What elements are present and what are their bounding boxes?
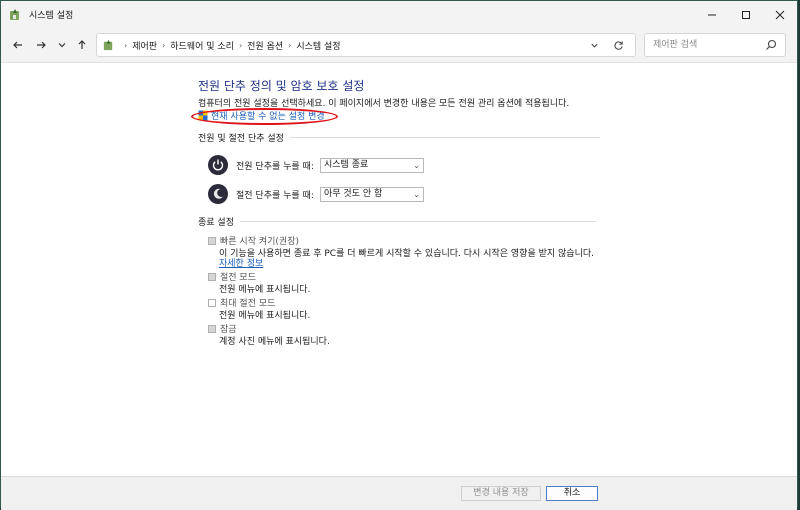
lock-checkbox[interactable] <box>208 324 216 333</box>
highlight-circle <box>191 108 338 125</box>
section-divider <box>239 221 596 222</box>
footer-bar: 변경 내용 저장 취소 <box>1 476 797 510</box>
breadcrumb-item-hardware-sound[interactable]: 하드웨어 및 소리 <box>170 39 234 52</box>
address-history-dropdown[interactable] <box>587 38 601 52</box>
close-button[interactable] <box>763 1 797 28</box>
section-divider <box>289 137 600 138</box>
lock-description: 계정 사진 메뉴에 표시됩니다. <box>219 337 330 347</box>
page-description: 컴퓨터의 전원 설정을 선택하세요. 이 페이지에서 변경한 내용은 모든 전원… <box>198 99 570 109</box>
power-button-action-select[interactable]: 시스템 종료 ⌄ <box>320 157 424 173</box>
moon-icon <box>208 184 228 204</box>
power-options-app-icon <box>7 7 23 23</box>
content-area: 전원 단추 정의 및 암호 보호 설정 컴퓨터의 전원 설정을 선택하세요. 이… <box>1 63 797 476</box>
hibernate-description: 전원 메뉴에 표시됩니다. <box>219 311 311 321</box>
breadcrumb-separator-icon: › <box>288 40 292 50</box>
control-panel-icon <box>102 39 115 52</box>
search-icon <box>766 39 777 50</box>
power-button-label: 전원 단추를 누를 때: <box>236 161 314 172</box>
address-bar[interactable]: › 제어판 › 하드웨어 및 소리 › 전원 옵션 › 시스템 설정 <box>96 33 636 57</box>
breadcrumb-separator-icon: › <box>238 40 243 50</box>
up-button[interactable] <box>73 36 91 54</box>
back-button[interactable] <box>9 36 27 54</box>
breadcrumb-item-power-options[interactable]: 전원 옵션 <box>247 39 283 52</box>
forward-button[interactable] <box>32 36 50 54</box>
power-icon <box>208 155 228 175</box>
chevron-down-icon <box>590 43 598 48</box>
sleep-description: 전원 메뉴에 표시됩니다. <box>219 285 311 295</box>
window-title: 시스템 설정 <box>29 11 74 21</box>
recent-locations-button[interactable] <box>53 36 71 54</box>
title-bar: 시스템 설정 <box>1 1 797 28</box>
sleep-checkbox[interactable] <box>208 272 216 281</box>
shutdown-section-header: 종료 설정 <box>198 215 596 228</box>
control-panel-window: 시스템 설정 › 제어판 › 하드웨어 및 소리 › 전원 옵션 › 시스템 설… <box>0 0 798 510</box>
sleep-button-label: 절전 단추를 누를 때: <box>236 190 314 201</box>
power-buttons-section-header: 전원 및 절전 단추 설정 <box>198 131 600 144</box>
hibernate-checkbox[interactable] <box>208 298 216 307</box>
power-button-row: 전원 단추를 누를 때: 시스템 종료 ⌄ <box>208 155 424 175</box>
arrow-left-icon <box>13 41 22 49</box>
fast-startup-checkbox[interactable] <box>208 236 216 245</box>
refresh-button[interactable] <box>611 38 625 52</box>
minimize-icon <box>708 14 716 15</box>
cancel-button[interactable]: 취소 <box>546 486 598 501</box>
select-value: 시스템 종료 <box>324 159 369 170</box>
close-icon <box>775 10 785 19</box>
breadcrumb-separator-icon: › <box>162 40 166 50</box>
breadcrumb-separator-icon: › <box>124 40 128 50</box>
breadcrumb-item-system-settings[interactable]: 시스템 설정 <box>296 39 340 52</box>
sleep-button-row: 절전 단추를 누를 때: 아무 것도 안 함 ⌄ <box>208 184 424 204</box>
sleep-button-action-select[interactable]: 아무 것도 안 함 ⌄ <box>320 186 424 202</box>
arrow-up-icon <box>78 40 86 49</box>
search-placeholder: 제어판 검색 <box>653 40 698 50</box>
minimize-button[interactable] <box>695 1 729 28</box>
navigation-bar: › 제어판 › 하드웨어 및 소리 › 전원 옵션 › 시스템 설정 제어판 검… <box>1 28 797 63</box>
fast-startup-description: 이 기능을 사용하면 종료 후 PC를 더 빠르게 시작할 수 있습니다. 다시… <box>219 249 594 259</box>
chevron-down-icon: ⌄ <box>413 189 420 199</box>
page-title: 전원 단추 정의 및 암호 보호 설정 <box>198 79 365 93</box>
select-value: 아무 것도 안 함 <box>324 188 383 199</box>
maximize-icon <box>742 10 750 19</box>
save-changes-button[interactable]: 변경 내용 저장 <box>461 486 541 501</box>
maximize-button[interactable] <box>729 1 763 28</box>
chevron-down-icon <box>58 43 66 48</box>
breadcrumb: › 제어판 › 하드웨어 및 소리 › 전원 옵션 › 시스템 설정 <box>119 39 341 52</box>
search-input[interactable]: 제어판 검색 <box>644 33 786 57</box>
chevron-down-icon: ⌄ <box>413 160 420 170</box>
section-title: 전원 및 절전 단추 설정 <box>198 134 284 144</box>
breadcrumb-item-control-panel[interactable]: 제어판 <box>132 39 157 52</box>
section-title: 종료 설정 <box>198 218 234 228</box>
refresh-icon <box>613 40 623 50</box>
arrow-right-icon <box>37 41 46 49</box>
more-info-link[interactable]: 자세한 정보 <box>219 256 263 269</box>
